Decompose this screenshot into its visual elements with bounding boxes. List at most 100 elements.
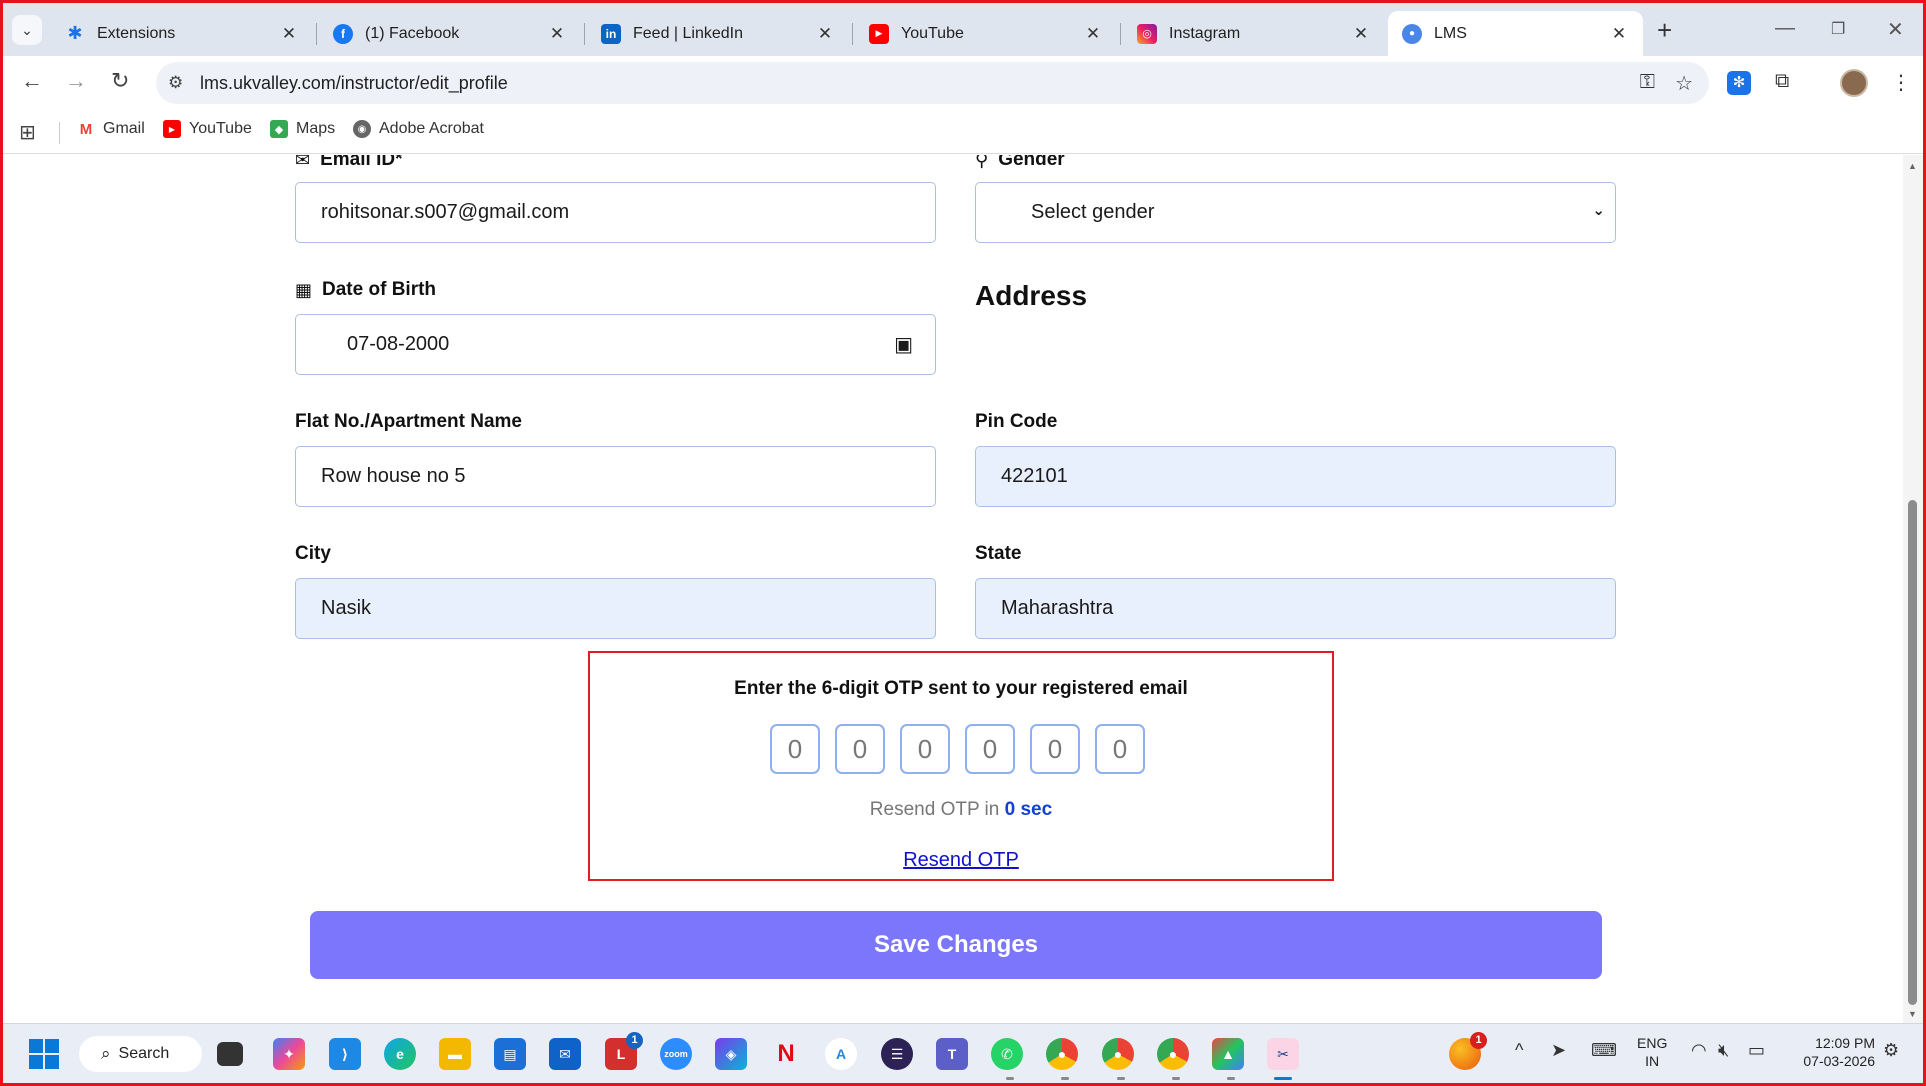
tab-facebook[interactable]: f (1) Facebook ✕ xyxy=(319,11,581,56)
whatsapp-icon[interactable]: ✆ xyxy=(991,1038,1023,1070)
language-indicator[interactable]: ENG IN xyxy=(1637,1034,1667,1070)
file-explorer-icon[interactable]: ▬ xyxy=(439,1038,471,1070)
gender-select[interactable]: Select gender ⌄ xyxy=(975,182,1616,243)
forward-button[interactable]: → xyxy=(65,70,87,92)
browser-menu-button[interactable]: ⋮ xyxy=(1891,70,1911,95)
otp-digit-input[interactable]: 0 xyxy=(1095,724,1145,774)
bookmark-youtube[interactable]: ▶ YouTube xyxy=(163,120,252,138)
tab-divider xyxy=(852,23,853,45)
eclipse-icon[interactable]: ☰ xyxy=(881,1038,913,1070)
bookmark-star-icon[interactable]: ☆ xyxy=(1675,71,1693,96)
resend-otp-link[interactable]: Resend OTP xyxy=(590,849,1332,872)
zoom-icon[interactable]: zoom xyxy=(660,1038,692,1070)
tab-label: (1) Facebook xyxy=(365,24,460,42)
url-text[interactable]: lms.ukvalley.com/instructor/edit_profile xyxy=(200,73,508,94)
city-field[interactable]: Nasik xyxy=(295,578,936,639)
snipping-tool-icon[interactable]: ✂ xyxy=(1267,1038,1299,1070)
pin-code-field[interactable]: 422101 xyxy=(975,446,1616,507)
close-icon[interactable]: ✕ xyxy=(1083,24,1103,44)
speaker-muted-icon[interactable]: 🔇︎ xyxy=(1718,1040,1729,1061)
vscode-icon[interactable]: ⟩ xyxy=(329,1038,361,1070)
close-icon[interactable]: ✕ xyxy=(547,24,567,44)
pin-label: Pin Code xyxy=(975,411,1058,432)
lms-app-icon[interactable]: L1 xyxy=(605,1032,643,1070)
otp-digit-input[interactable]: 0 xyxy=(835,724,885,774)
bookmark-gmail[interactable]: M Gmail xyxy=(77,120,145,138)
app-store-icon[interactable]: A xyxy=(825,1038,857,1070)
back-button[interactable]: ← xyxy=(21,70,43,92)
settings-gear-icon[interactable]: ⚙ xyxy=(1883,1040,1899,1061)
store-icon[interactable]: ▤ xyxy=(494,1038,526,1070)
linkedin-icon: in xyxy=(601,23,621,44)
tab-linkedin[interactable]: in Feed | LinkedIn ✕ xyxy=(587,11,849,56)
location-icon[interactable]: ➤ xyxy=(1551,1040,1566,1061)
close-icon[interactable]: ✕ xyxy=(1351,24,1371,44)
address-heading: Address xyxy=(975,280,1088,311)
edge-icon[interactable]: e xyxy=(384,1038,416,1070)
site-info-icon[interactable]: ⚙ xyxy=(168,73,183,93)
close-icon[interactable]: ✕ xyxy=(279,24,299,44)
scrollbar-thumb[interactable] xyxy=(1908,500,1917,1005)
apps-button[interactable]: ⊞ xyxy=(19,120,36,145)
page-scrollbar[interactable]: ▲ ▼ xyxy=(1903,155,1923,1023)
wifi-icon[interactable]: ◠ xyxy=(1691,1040,1707,1061)
notification-app-icon[interactable]: 1 xyxy=(1449,1032,1487,1070)
key-icon[interactable]: ⚿ xyxy=(1640,71,1655,94)
minimize-button[interactable]: — xyxy=(1775,17,1795,40)
dob-field[interactable]: 07-08-2000 ▣ xyxy=(295,314,936,375)
city-label: City xyxy=(295,543,331,564)
tab-extensions[interactable]: ✱ Extensions ✕ xyxy=(51,11,313,56)
m365-icon[interactable]: ◈ xyxy=(715,1038,747,1070)
tab-instagram[interactable]: ◎ Instagram ✕ xyxy=(1123,11,1385,56)
profile-button[interactable] xyxy=(1840,69,1868,97)
scroll-down-icon[interactable]: ▼ xyxy=(1908,1009,1917,1019)
netflix-icon[interactable]: N xyxy=(770,1038,802,1070)
calendar-picker-icon[interactable]: ▣ xyxy=(894,332,913,357)
taskbar-search[interactable]: ⌕ Search xyxy=(79,1036,202,1072)
search-label: Search xyxy=(118,1045,170,1062)
flat-field[interactable]: Row house no 5 xyxy=(295,446,936,507)
bookmark-adobe-acrobat[interactable]: ◉ Adobe Acrobat xyxy=(353,120,484,138)
apps-grid-icon: ⊞ xyxy=(19,122,36,144)
state-field[interactable]: Maharashtra xyxy=(975,578,1616,639)
copilot-icon[interactable]: ✦ xyxy=(273,1038,305,1070)
chrome-profile-icon[interactable]: ● xyxy=(1102,1038,1134,1070)
scroll-up-icon[interactable]: ▲ xyxy=(1908,161,1917,171)
windows-start-icon[interactable] xyxy=(29,1039,59,1069)
otp-digit-input[interactable]: 0 xyxy=(900,724,950,774)
paint-icon[interactable]: ▲ xyxy=(1212,1038,1244,1070)
tab-search-button[interactable]: ⌄ xyxy=(12,15,42,45)
email-label: ✉ Email ID* xyxy=(295,155,402,171)
restore-button[interactable]: ❐ xyxy=(1831,19,1845,39)
battery-icon[interactable]: ▭ xyxy=(1748,1040,1765,1061)
window-close-button[interactable]: ✕ xyxy=(1887,17,1904,42)
address-bar[interactable]: ⚙ lms.ukvalley.com/instructor/edit_profi… xyxy=(156,62,1709,104)
outlook-icon[interactable]: ✉ xyxy=(549,1038,581,1070)
otp-digit-input[interactable]: 0 xyxy=(770,724,820,774)
extension-button[interactable]: ✻ xyxy=(1727,71,1751,95)
gender-label: ⚲ Gender xyxy=(975,155,1065,171)
bookmark-maps[interactable]: ◆ Maps xyxy=(270,120,335,138)
tab-youtube[interactable]: ▶ YouTube ✕ xyxy=(855,11,1117,56)
chevron-up-icon[interactable]: ^ xyxy=(1515,1040,1523,1061)
gender-icon: ⚲ xyxy=(975,155,989,170)
chrome-profile-icon[interactable]: ● xyxy=(1157,1038,1189,1070)
email-field[interactable]: rohitsonar.s007@gmail.com xyxy=(295,182,936,243)
save-changes-button[interactable]: Save Changes xyxy=(310,911,1602,979)
task-view-icon[interactable] xyxy=(217,1042,243,1066)
maps-icon: ◆ xyxy=(270,120,288,138)
keyboard-icon[interactable]: ⌨ xyxy=(1591,1040,1617,1061)
close-icon[interactable]: ✕ xyxy=(1609,24,1629,44)
resend-timer-text: Resend OTP in xyxy=(869,799,1000,820)
instagram-icon: ◎ xyxy=(1137,23,1157,44)
otp-digit-input[interactable]: 0 xyxy=(965,724,1015,774)
chrome-icon[interactable]: ● xyxy=(1046,1038,1078,1070)
extensions-menu-button[interactable]: ⧉ xyxy=(1775,70,1789,93)
new-tab-button[interactable]: + xyxy=(1657,17,1672,43)
reload-button[interactable]: ↻ xyxy=(111,70,129,92)
clock[interactable]: 12:09 PM 07-03-2026 xyxy=(1785,1034,1875,1070)
close-icon[interactable]: ✕ xyxy=(815,24,835,44)
tab-lms[interactable]: ● LMS ✕ xyxy=(1388,11,1643,56)
otp-digit-input[interactable]: 0 xyxy=(1030,724,1080,774)
teams-icon[interactable]: T xyxy=(936,1038,968,1070)
